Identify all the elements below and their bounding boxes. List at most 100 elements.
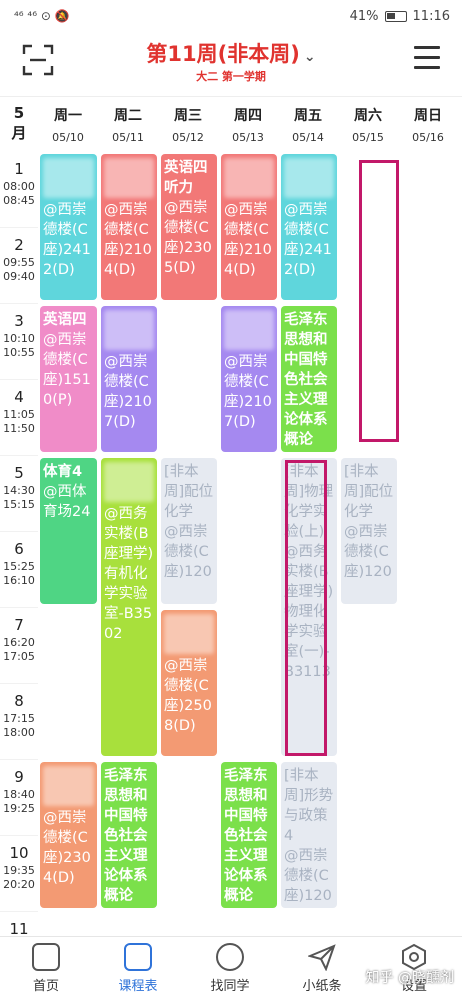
redacted-name bbox=[224, 310, 274, 350]
week-title: 第11周(非本周) bbox=[146, 42, 300, 66]
course-card[interactable]: @西崇德楼(C座)2508(D) bbox=[161, 610, 217, 756]
course-location: @西崇德楼(C座)2104(D) bbox=[224, 202, 272, 278]
tab-label: 首页 bbox=[32, 979, 59, 994]
day-header-tue: 周二 05/11 bbox=[112, 108, 144, 144]
chevron-down-icon: ⌄ bbox=[303, 49, 316, 65]
highlight-box bbox=[359, 160, 399, 442]
redacted-name bbox=[224, 158, 274, 198]
course-card[interactable]: 体育4 @西体育场24 bbox=[40, 458, 97, 604]
course-location: @西崇德楼(C座)1510(P) bbox=[43, 332, 91, 408]
redacted-name bbox=[43, 158, 94, 198]
home-face-icon bbox=[32, 943, 60, 971]
tab-classmates[interactable]: 找同学 bbox=[184, 943, 276, 999]
course-card[interactable]: @西崇德楼(C座)2107(D) bbox=[101, 306, 157, 452]
month-label: 5 月 bbox=[11, 104, 27, 142]
tab-label: 课程表 bbox=[118, 979, 158, 994]
battery-percent: 41% bbox=[349, 9, 379, 24]
classmates-icon bbox=[216, 943, 244, 971]
course-name: 毛泽东思想和中国特色社会主义理论体系概论 bbox=[284, 312, 328, 448]
period-label: 5 14:30 15:15 bbox=[0, 456, 38, 532]
redacted-name bbox=[43, 766, 94, 806]
period-label: 2 09:55 09:40 bbox=[0, 228, 38, 304]
day-header-thu: 周四 05/13 bbox=[232, 108, 264, 144]
course-name: 毛泽东思想和中国特色社会主义理论体系概论 bbox=[104, 768, 148, 904]
tab-notes[interactable]: 小纸条 bbox=[276, 943, 368, 999]
day-header-mon: 周一 05/10 bbox=[52, 108, 84, 144]
course-location: @西崇德楼(C座)120 bbox=[284, 848, 332, 904]
redacted-name bbox=[164, 614, 214, 654]
watermark: 知乎 @晓醺剂 bbox=[365, 970, 454, 986]
paper-plane-icon bbox=[308, 944, 336, 971]
redacted-name bbox=[104, 310, 154, 350]
period-label: 7 16:20 17:05 bbox=[0, 608, 38, 684]
course-card[interactable]: @西崇德楼(C座)2104(D) bbox=[221, 154, 277, 300]
course-location: @西崇德楼(C座)2305(D) bbox=[164, 200, 212, 276]
menu-icon[interactable] bbox=[414, 46, 440, 72]
course-card[interactable]: 毛泽东思想和中国特色社会主义理论体系概论 bbox=[281, 306, 337, 452]
course-card[interactable]: 英语四听力 @西崇德楼(C座)2305(D) bbox=[161, 154, 217, 300]
day-header-sun: 周日 05/16 bbox=[412, 108, 444, 144]
week-selector[interactable]: 第11周(非本周) ⌄ bbox=[0, 38, 462, 68]
course-name: [非本周]形势与政策4 bbox=[284, 768, 334, 844]
redacted-name bbox=[104, 462, 154, 502]
timetable-grid[interactable]: 1 08:00 08:45 2 09:55 09:40 3 10:10 10:55 4… bbox=[0, 152, 462, 936]
app-header: 第11周(非本周) ⌄ 大二 第一学期 bbox=[0, 34, 462, 96]
course-name: [非本周]配位化学 bbox=[164, 464, 214, 520]
course-name: 毛泽东思想和中国特色社会主义理论体系概论 bbox=[224, 768, 268, 904]
course-card[interactable]: @西崇德楼(C座)2304(D) bbox=[40, 762, 97, 908]
period-label: 8 17:15 18:00 bbox=[0, 684, 38, 760]
course-location: @西崇德楼(C座)2107(D) bbox=[224, 354, 272, 430]
course-location: @西崇德楼(C座)2412(D) bbox=[284, 202, 332, 278]
day-header-wed: 周三 05/12 bbox=[172, 108, 204, 144]
day-header-sat: 周六 05/15 bbox=[352, 108, 384, 144]
course-name: [非本周]配位化学 bbox=[344, 464, 394, 520]
period-label: 11 bbox=[0, 912, 38, 936]
course-name: 体育4 bbox=[43, 464, 83, 480]
period-label: 1 08:00 08:45 bbox=[0, 152, 38, 228]
schedule-icon bbox=[124, 943, 152, 971]
course-card[interactable]: @西崇德楼(C座)2104(D) bbox=[101, 154, 157, 300]
course-location: @西体育场24 bbox=[43, 484, 91, 520]
course-card[interactable]: @西崇德楼(C座)2412(D) bbox=[40, 154, 97, 300]
tab-label: 找同学 bbox=[210, 979, 250, 994]
term-title: 大二 第一学期 bbox=[196, 70, 266, 83]
day-header-row: 5 月 周一 05/10 周二 05/11 周三 05/12 周四 05/13 周五 05… bbox=[0, 96, 462, 152]
day-header-fri: 周五 05/14 bbox=[292, 108, 324, 144]
course-card-non-current[interactable]: [非本周]形势与政策4 @西崇德楼(C座)120 bbox=[281, 762, 337, 908]
period-label: 10 19:35 20:20 bbox=[0, 836, 38, 912]
course-location: @西崇德楼(C座)2304(D) bbox=[43, 810, 91, 886]
tab-home[interactable]: 首页 bbox=[0, 943, 92, 999]
course-location: @西务实楼(B座理学)有机化学实验室-B3502 bbox=[104, 506, 154, 642]
period-label: 4 11:05 11:50 bbox=[0, 380, 38, 456]
redacted-name bbox=[284, 158, 334, 198]
status-bar: ⁴⁶ ⁴⁶ ⊙ 🔕 41% 11:16 bbox=[0, 0, 462, 34]
highlight-box bbox=[285, 460, 327, 756]
course-card[interactable]: 英语四 @西崇德楼(C座)1510(P) bbox=[40, 306, 97, 452]
course-location: @西崇德楼(C座)120 bbox=[344, 524, 392, 580]
course-location: @西崇德楼(C座)120 bbox=[164, 524, 212, 580]
bottom-tab-bar: 首页 课程表 找同学 小纸条 设置 知乎 @晓醺剂 bbox=[0, 936, 462, 1000]
course-card-non-current[interactable]: [非本周]配位化学 @西崇德楼(C座)120 bbox=[341, 458, 397, 604]
clock: 11:16 bbox=[412, 9, 450, 24]
course-card[interactable]: 毛泽东思想和中国特色社会主义理论体系概论 bbox=[101, 762, 157, 908]
course-card-non-current[interactable]: [非本周]配位化学 @西崇德楼(C座)120 bbox=[161, 458, 217, 604]
battery-icon bbox=[384, 11, 407, 22]
course-location: @西崇德楼(C座)2508(D) bbox=[164, 658, 212, 734]
signal-icons: ⁴⁶ ⁴⁶ ⊙ 🔕 bbox=[14, 9, 70, 23]
course-card[interactable]: @西务实楼(B座理学)有机化学实验室-B3502 bbox=[101, 458, 157, 756]
course-location: @西崇德楼(C座)2107(D) bbox=[104, 354, 152, 430]
course-card[interactable]: @西崇德楼(C座)2412(D) bbox=[281, 154, 337, 300]
status-left-icons: ⁴⁶ ⁴⁶ ⊙ 🔕 bbox=[14, 9, 70, 23]
tab-label: 小纸条 bbox=[302, 979, 342, 994]
course-location: @西崇德楼(C座)2412(D) bbox=[43, 202, 91, 278]
period-label: 9 18:40 19:25 bbox=[0, 760, 38, 836]
redacted-name bbox=[104, 158, 154, 198]
course-card[interactable]: 毛泽东思想和中国特色社会主义理论体系概论 bbox=[221, 762, 277, 908]
course-name: 英语四 bbox=[43, 312, 87, 328]
course-card[interactable]: @西崇德楼(C座)2107(D) bbox=[221, 306, 277, 452]
period-label: 3 10:10 10:55 bbox=[0, 304, 38, 380]
tab-schedule[interactable]: 课程表 bbox=[92, 943, 184, 999]
course-location: @西崇德楼(C座)2104(D) bbox=[104, 202, 152, 278]
course-name: 英语四听力 bbox=[164, 160, 208, 196]
period-label: 6 15:25 16:10 bbox=[0, 532, 38, 608]
